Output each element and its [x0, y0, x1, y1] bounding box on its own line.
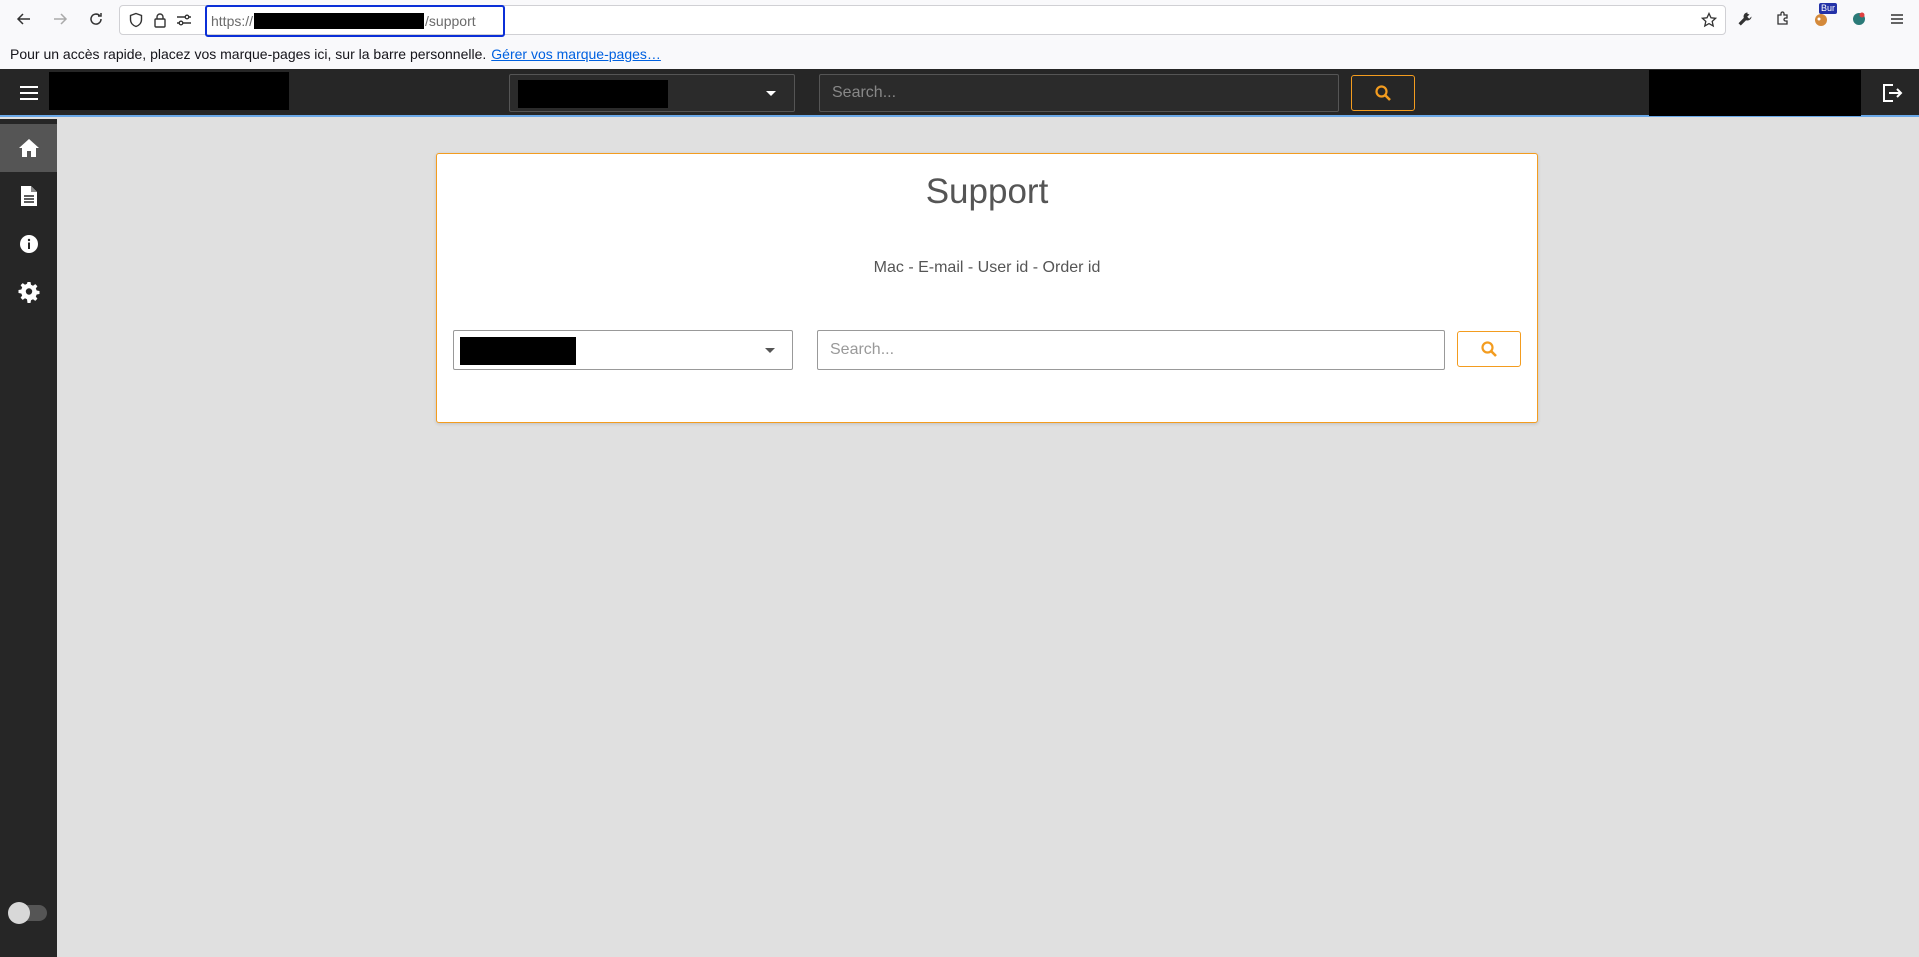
- puzzle-icon: [1777, 11, 1788, 25]
- arrow-left-icon: [16, 13, 30, 25]
- bookmarks-message: Pour un accès rapide, placez vos marque-…: [10, 45, 487, 62]
- user-info: [1649, 70, 1861, 116]
- devtools-button[interactable]: [1727, 1, 1763, 37]
- redacted-selected-value: [518, 80, 668, 108]
- manage-bookmarks-link[interactable]: Gérer vos marque-pages…: [491, 46, 661, 62]
- logout-button[interactable]: [1879, 81, 1905, 105]
- permissions-icon[interactable]: [176, 12, 192, 28]
- page-subtitle: Mac - E-mail - User id - Order id: [873, 259, 1101, 276]
- browser-toolbar: https:// /support Bur: [0, 0, 1919, 38]
- addon-bur-button[interactable]: Bur: [1803, 1, 1839, 37]
- url-prefix: https://: [211, 13, 254, 29]
- search-type-select[interactable]: [453, 330, 793, 370]
- app-logo: [49, 72, 289, 110]
- sidebar-item-settings[interactable]: [0, 268, 57, 316]
- document-icon: [20, 186, 37, 206]
- caret-down-icon: [765, 348, 775, 353]
- reload-button[interactable]: [78, 1, 114, 37]
- menu-icon: [1891, 14, 1903, 24]
- sidebar-toggle-button[interactable]: [14, 81, 44, 105]
- shield-icon[interactable]: [128, 12, 144, 28]
- header-search-input[interactable]: Search...: [819, 74, 1339, 112]
- url-text[interactable]: https:// /support: [205, 5, 505, 37]
- back-button[interactable]: [6, 1, 42, 37]
- support-search-input[interactable]: Search...: [817, 330, 1445, 370]
- url-path: /support: [425, 13, 476, 29]
- extensions-button[interactable]: [1765, 1, 1801, 37]
- header-search-button[interactable]: [1351, 75, 1415, 111]
- caret-down-icon: [766, 91, 776, 96]
- reload-icon: [90, 13, 102, 25]
- sidebar-item-info[interactable]: [0, 220, 57, 268]
- search-icon: [1375, 85, 1391, 101]
- sidebar-item-document[interactable]: [0, 172, 57, 220]
- browser-menu-button[interactable]: [1879, 1, 1915, 37]
- wrench-icon: [1738, 12, 1752, 26]
- arrow-right-icon: [54, 13, 68, 25]
- hamburger-icon: [20, 86, 38, 100]
- gear-icon: [18, 282, 39, 303]
- url-bar[interactable]: https:// /support: [119, 5, 1726, 37]
- url-icons: [120, 12, 204, 28]
- toggle-knob: [8, 902, 30, 924]
- star-icon: [1700, 11, 1718, 28]
- redacted-selected-value: [460, 337, 576, 365]
- addon-button[interactable]: [1841, 1, 1877, 37]
- header-select[interactable]: [509, 74, 795, 112]
- redacted-domain: [254, 13, 425, 29]
- addon-globe-icon: [1853, 12, 1865, 25]
- page-title: Support: [925, 172, 1049, 211]
- browser-right-tools: Bur: [1727, 0, 1919, 38]
- forward-button[interactable]: [42, 1, 78, 37]
- addon-badge: Bur: [1818, 3, 1837, 14]
- app-header: Search...: [0, 69, 1919, 117]
- info-icon: [19, 235, 38, 253]
- bookmark-star-button[interactable]: [1700, 11, 1718, 33]
- theme-toggle[interactable]: [8, 902, 47, 924]
- sidebar: [0, 119, 57, 957]
- sidebar-item-home[interactable]: [0, 124, 57, 172]
- home-icon: [18, 139, 39, 157]
- support-search-button[interactable]: [1457, 331, 1521, 367]
- search-icon: [1481, 341, 1497, 357]
- lock-icon[interactable]: [152, 12, 168, 28]
- logout-icon: [1883, 84, 1903, 102]
- bookmarks-bar: Pour un accès rapide, placez vos marque-…: [0, 38, 1919, 69]
- support-card: Support Mac - E-mail - User id - Order i…: [436, 153, 1538, 423]
